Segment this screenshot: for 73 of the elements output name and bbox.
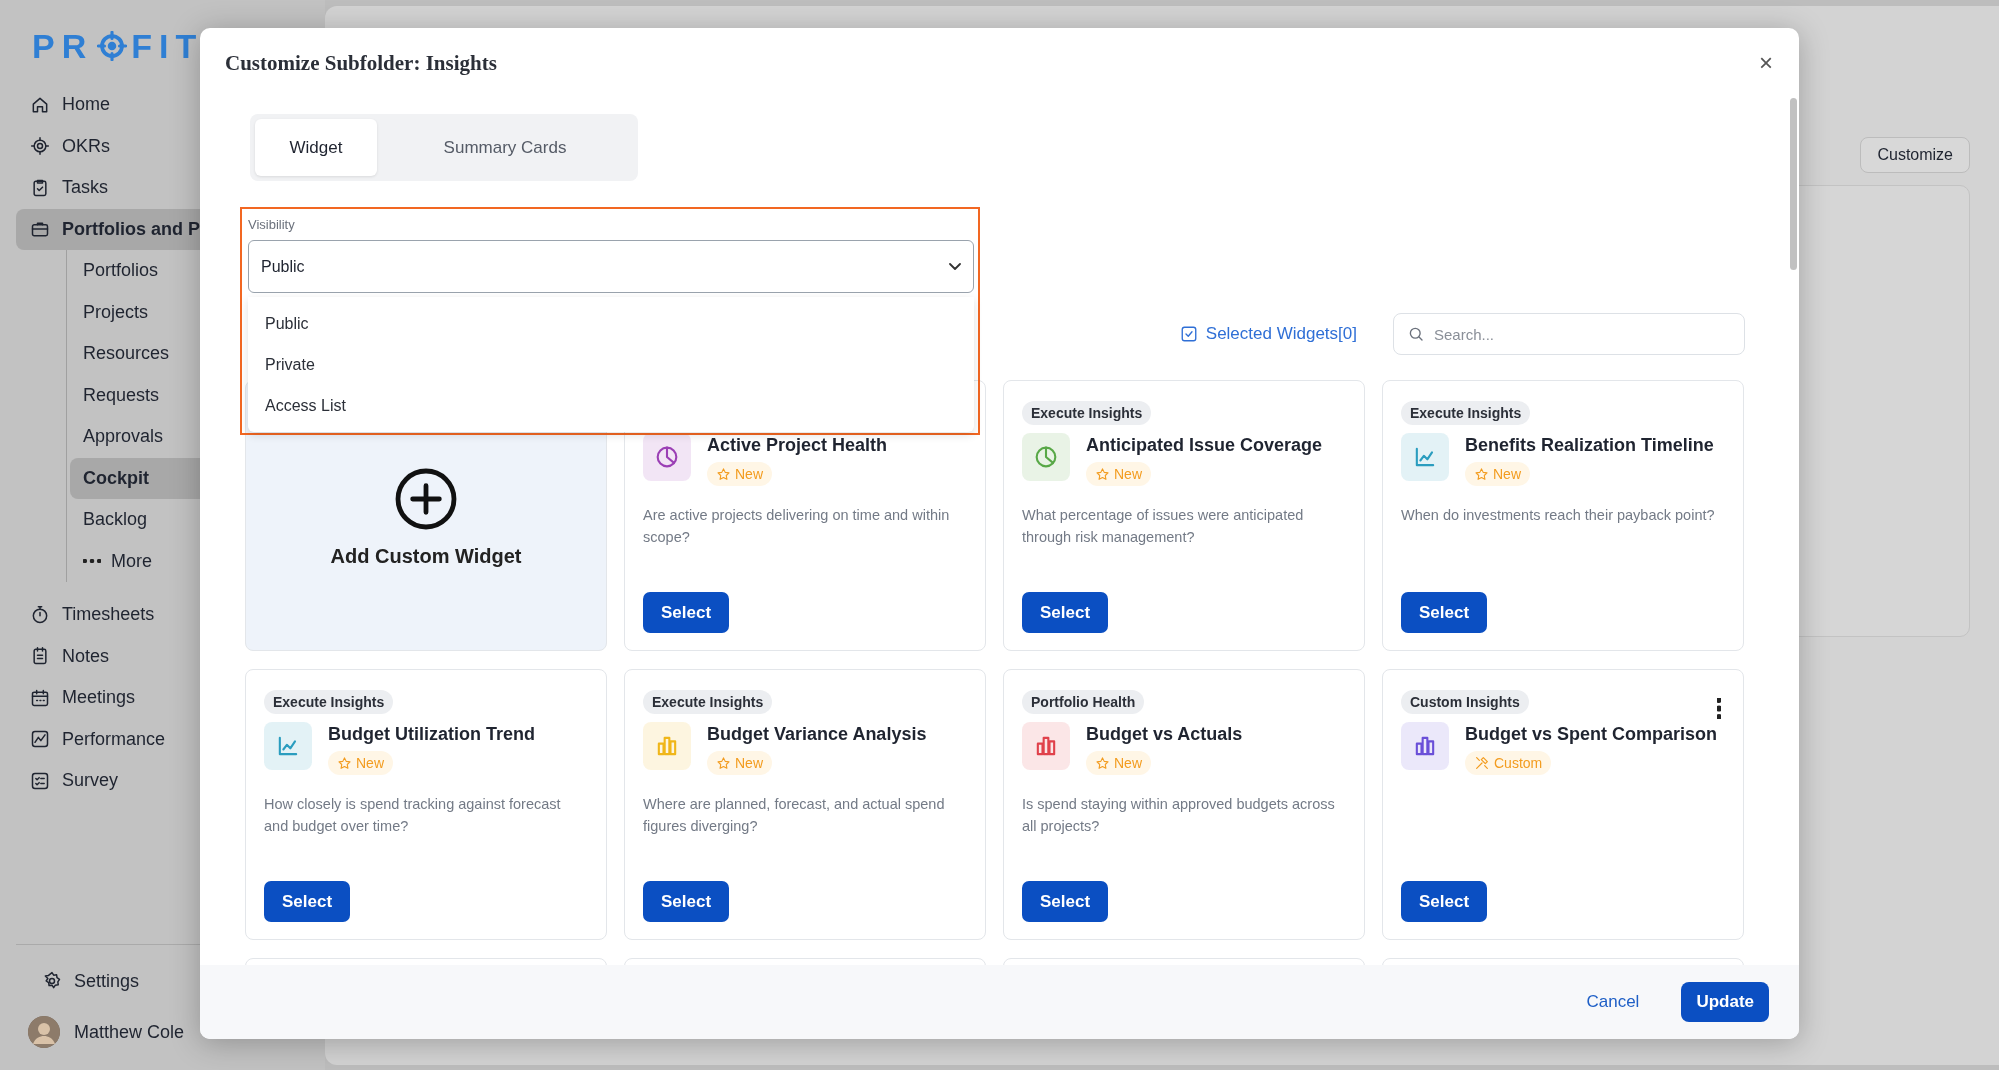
customize-button[interactable]: Customize	[1860, 137, 1970, 173]
tab[interactable]: Summary Cards	[377, 119, 633, 176]
category-tag: Execute Insights	[643, 690, 773, 714]
category-tag: Custom Insights	[1401, 690, 1529, 714]
select-button[interactable]: Select	[1022, 592, 1108, 633]
calendar-icon	[30, 687, 50, 708]
more-horizontal-icon	[83, 559, 101, 564]
category-tag: Execute Insights	[1022, 401, 1152, 425]
avatar	[28, 1016, 60, 1048]
card-description: Where are planned, forecast, and actual spend figures diverging?	[643, 795, 946, 836]
new-badge: New	[707, 751, 772, 775]
stopwatch-icon	[30, 604, 50, 625]
close-button[interactable]: ×	[1755, 49, 1777, 77]
checkbox-icon	[1179, 325, 1198, 343]
star-icon	[337, 755, 352, 771]
chevron-down-icon	[949, 263, 961, 270]
selected-widgets-link[interactable]: Selected Widgets[0]	[1173, 323, 1363, 345]
settings-link[interactable]: Settings	[28, 960, 325, 1002]
user-name: Matthew Cole	[74, 1021, 185, 1043]
search-field[interactable]: Search...	[1393, 313, 1745, 355]
chart-icon	[30, 729, 50, 750]
category-tag: Execute Insights	[1401, 401, 1531, 425]
checklist-icon	[30, 770, 50, 791]
logo-text: FIT	[131, 26, 204, 66]
visibility-dropdown[interactable]: Public	[248, 240, 974, 293]
sidebar-item[interactable]: Performance	[16, 718, 325, 760]
dropdown-option[interactable]: Public	[248, 303, 974, 344]
card-title: Benefits Realization Timeline	[1465, 435, 1714, 456]
card-title: Budget vs Actuals	[1086, 724, 1243, 745]
card-description: What percentage of issues were anticipated through risk management?	[1022, 506, 1305, 547]
logo-text: PR	[32, 26, 94, 66]
select-button[interactable]: Select	[1401, 881, 1487, 922]
search-icon	[1407, 325, 1425, 343]
plus-circle-icon	[394, 466, 458, 531]
select-button[interactable]: Select	[1022, 881, 1108, 922]
custom-badge: Custom	[1465, 751, 1552, 775]
card-title: Anticipated Issue Coverage	[1086, 435, 1323, 456]
select-button[interactable]: Select	[643, 592, 729, 633]
new-badge: New	[1086, 462, 1151, 486]
tools-icon	[1474, 755, 1490, 771]
card-description: How closely is spend tracking against forecast and budget over time?	[264, 795, 562, 836]
card-description: When do investments reach their payback point?	[1401, 506, 1716, 525]
new-badge: New	[707, 462, 772, 486]
category-tag: Execute Insights	[264, 690, 394, 714]
new-badge: New	[1086, 751, 1151, 775]
logo-target-icon	[97, 31, 128, 61]
star-icon	[716, 755, 731, 771]
select-button[interactable]: Select	[1401, 592, 1487, 633]
clipboard-icon	[30, 177, 50, 198]
card-title: Budget Variance Analysis	[707, 724, 927, 745]
tab[interactable]: Widget	[255, 119, 377, 176]
card-title: Add Custom Widget	[330, 544, 522, 568]
star-icon	[1095, 755, 1110, 771]
star-icon	[1095, 466, 1110, 482]
star-icon	[716, 466, 731, 482]
card-title: Budget vs Spent Comparison	[1465, 724, 1718, 745]
category-tag: Portfolio Health	[1022, 690, 1145, 714]
card-title: Budget Utilization Trend	[328, 724, 535, 745]
card-description: Are active projects delivering on time and within scope?	[643, 506, 951, 547]
scrollbar[interactable]	[1790, 98, 1797, 270]
new-badge: New	[1465, 462, 1530, 486]
field-label: Visibility	[248, 217, 295, 232]
cancel-button[interactable]: Cancel	[1580, 991, 1646, 1013]
target-icon	[30, 136, 50, 157]
new-badge: New	[328, 751, 393, 775]
select-button[interactable]: Select	[643, 881, 729, 922]
dialog-title: Customize Subfolder: Insights	[225, 50, 497, 76]
select-button[interactable]: Select	[264, 881, 350, 922]
star-icon	[1474, 466, 1489, 482]
update-button[interactable]: Update	[1681, 982, 1769, 1022]
card-description: Is spend staying within approved budgets across all projects?	[1022, 795, 1336, 836]
notepad-icon	[30, 646, 50, 667]
card-title: Active Project Health	[707, 435, 888, 456]
